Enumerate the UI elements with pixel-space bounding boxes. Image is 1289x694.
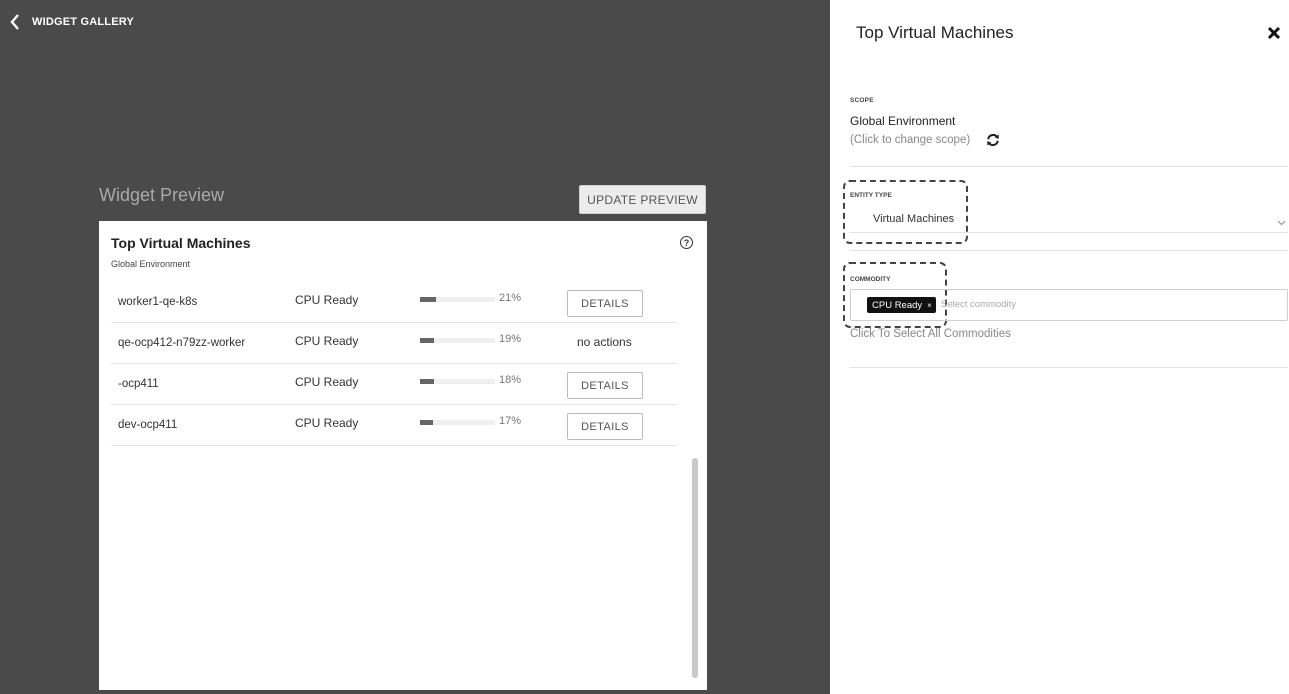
table-row: -ocp411 CPU Ready 18% DETAILS [111, 364, 677, 405]
widget-config-panel: Top Virtual Machines SCOPE Global Enviro… [830, 0, 1289, 694]
utilization-percent: 21% [499, 292, 522, 304]
entity-name[interactable]: dev-ocp411 [118, 419, 177, 431]
back-to-gallery-link[interactable]: WIDGET GALLERY [10, 14, 134, 30]
commodity-chip-label: CPU Ready [872, 299, 923, 311]
widget-rows: worker1-qe-k8s CPU Ready 21% DETAILS qe-… [111, 282, 677, 446]
commodity-name: CPU Ready [295, 293, 359, 307]
details-button[interactable]: DETAILS [567, 290, 643, 317]
commodity-label: COMMODITY [850, 276, 891, 283]
utilization-percent: 19% [499, 333, 522, 345]
entity-type-value: Virtual Machines [873, 213, 955, 225]
table-row: dev-ocp411 CPU Ready 17% DETAILS [111, 405, 677, 446]
entity-type-select[interactable]: Virtual Machines [850, 205, 1288, 233]
commodity-placeholder: Select commodity [941, 299, 1016, 310]
scrollbar-thumb[interactable] [692, 458, 698, 678]
utilization-percent: 18% [499, 374, 522, 386]
widget-scrollbar[interactable] [691, 273, 699, 683]
help-icon[interactable]: ? [680, 236, 693, 249]
update-preview-button[interactable]: UPDATE PREVIEW [579, 185, 706, 214]
no-actions-label: no actions [577, 335, 632, 349]
utilization-bar [420, 297, 495, 302]
close-icon[interactable] [1267, 26, 1281, 40]
entity-name[interactable]: -ocp411 [118, 378, 159, 390]
widget-title: Top Virtual Machines [111, 235, 251, 251]
commodity-name: CPU Ready [295, 375, 359, 389]
entity-name[interactable]: worker1-qe-k8s [118, 296, 197, 308]
scope-value: Global Environment [850, 114, 956, 128]
details-button[interactable]: DETAILS [567, 372, 643, 399]
commodity-name: CPU Ready [295, 416, 359, 430]
utilization-bar [420, 420, 495, 425]
chevron-left-icon[interactable] [10, 14, 20, 30]
details-button[interactable]: DETAILS [567, 413, 643, 440]
utilization-bar [420, 379, 495, 384]
widget-preview-title: Widget Preview [99, 185, 225, 205]
utilization-percent: 17% [499, 415, 522, 427]
chevron-down-icon [1277, 214, 1286, 226]
commodity-chip: CPU Ready × [867, 297, 936, 313]
panel-title: Top Virtual Machines [856, 23, 1014, 42]
section-divider [850, 166, 1288, 167]
section-divider [850, 250, 1288, 251]
entity-type-label: ENTITY TYPE [850, 192, 892, 199]
table-row: qe-ocp412-n79zz-worker CPU Ready 19% no … [111, 323, 677, 364]
scope-label: SCOPE [850, 97, 874, 104]
utilization-bar [420, 338, 495, 343]
widget-gallery-pane: WIDGET GALLERY Widget Preview UPDATE PRE… [0, 0, 830, 694]
change-scope-link[interactable]: (Click to change scope) [850, 134, 970, 146]
commodity-input[interactable]: CPU Ready × Select commodity [850, 289, 1288, 321]
commodity-name: CPU Ready [295, 334, 359, 348]
chip-remove-icon[interactable]: × [927, 301, 932, 310]
table-row: worker1-qe-k8s CPU Ready 21% DETAILS [111, 282, 677, 323]
widget-subtitle: Global Environment [111, 259, 191, 269]
gallery-title: WIDGET GALLERY [32, 16, 134, 28]
widget-preview-card: Top Virtual Machines Global Environment … [99, 221, 707, 690]
refresh-icon[interactable] [986, 133, 1000, 147]
select-all-commodities-link[interactable]: Click To Select All Commodities [850, 328, 1011, 340]
entity-name[interactable]: qe-ocp412-n79zz-worker [118, 337, 245, 349]
section-divider [850, 367, 1288, 368]
